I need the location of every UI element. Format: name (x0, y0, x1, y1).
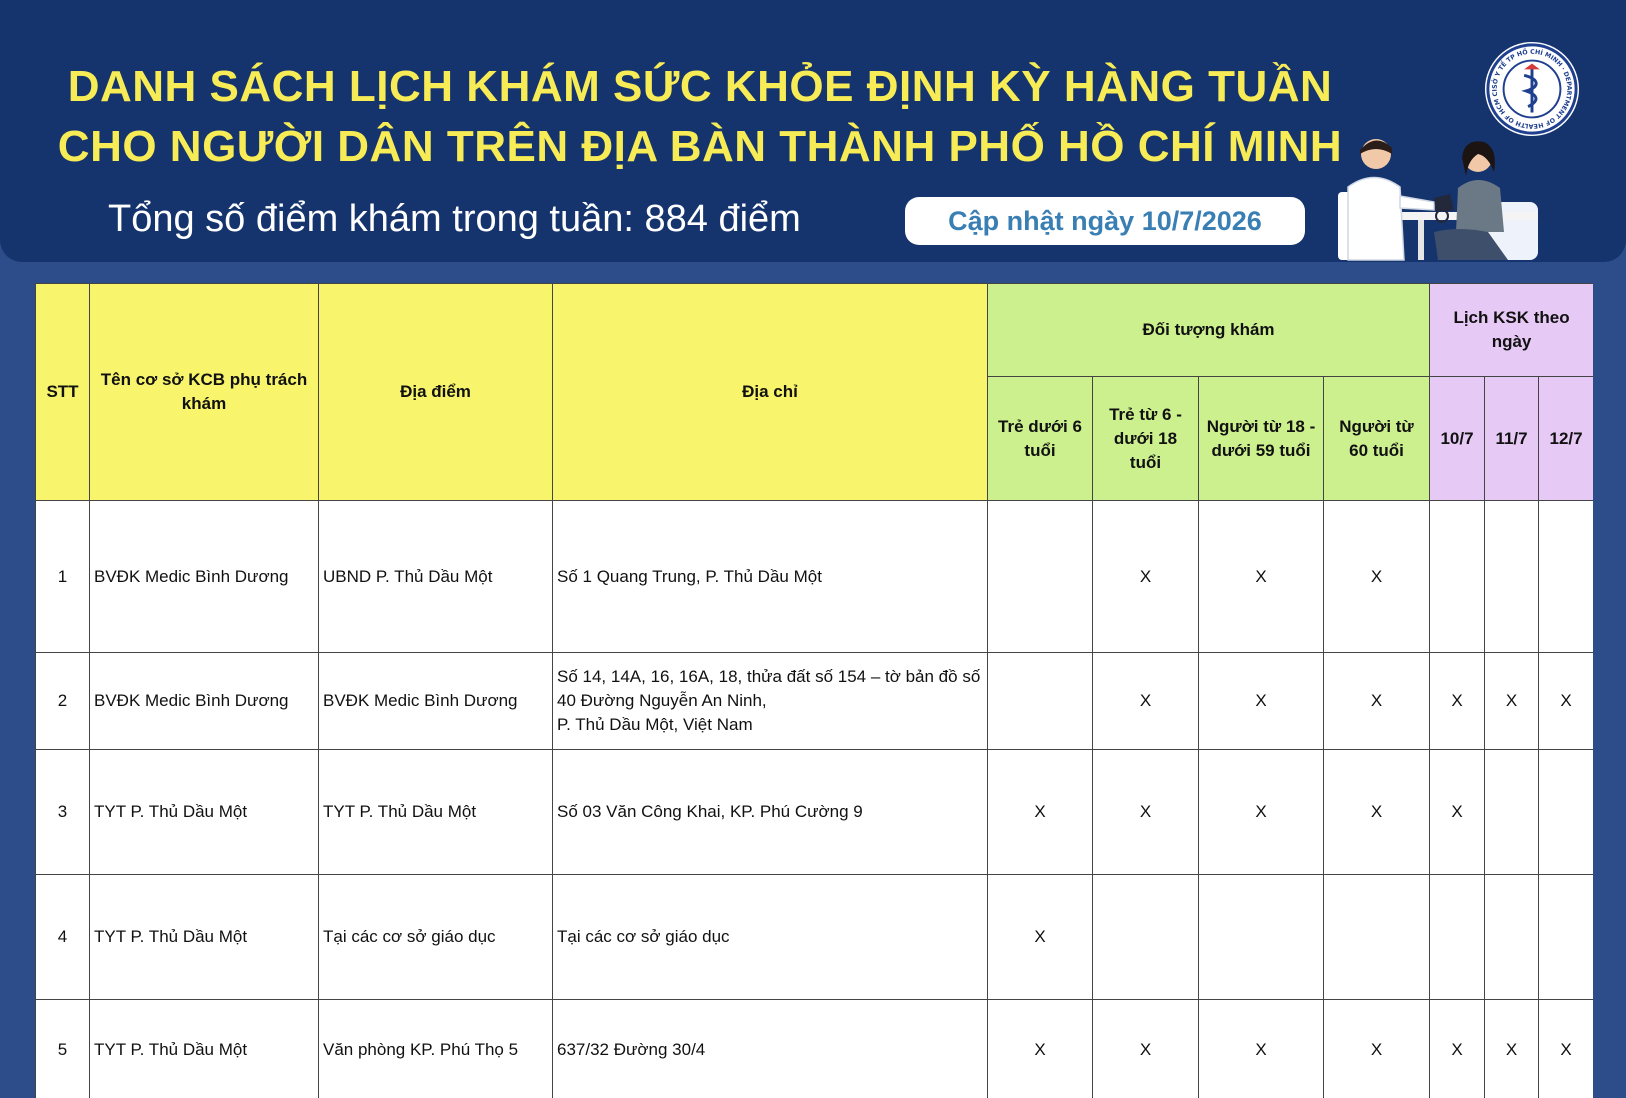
cell-stt: 4 (35, 874, 90, 1000)
doctor-patient-illustration (1338, 139, 1538, 261)
cell-stt: 1 (35, 500, 90, 653)
cell-date-11-7 (1484, 749, 1540, 875)
cell-location: TYT P. Thủ Dầu Một (318, 749, 553, 875)
cell-target-60-plus: X (1322, 652, 1431, 750)
cell-target-under-6: X (987, 874, 1093, 1000)
cell-target-6-18: X (1092, 500, 1199, 653)
cell-date-12-7 (1538, 874, 1593, 1000)
header-target-18-59: Người từ 18 - dưới 59 tuổi (1198, 376, 1324, 501)
cell-target-under-6 (987, 652, 1093, 750)
cell-date-12-7: X (1538, 652, 1593, 750)
header-stt: STT (35, 283, 90, 501)
cell-address: 637/32 Đường 30/4 (552, 999, 988, 1098)
cell-target-under-6 (987, 500, 1093, 653)
cell-facility: TYT P. Thủ Dầu Một (89, 999, 319, 1098)
cell-location: BVĐK Medic Bình Dương (318, 652, 553, 750)
cell-target-60-plus: X (1322, 999, 1431, 1098)
schedule-table-container: STT Tên cơ sở KCB phụ trách khám Địa điể… (35, 283, 1593, 1098)
header-banner: DANH SÁCH LỊCH KHÁM SỨC KHỎE ĐỊNH KỲ HÀN… (0, 0, 1626, 262)
cell-target-18-59: X (1198, 652, 1324, 750)
header-date-10-7: 10/7 (1429, 376, 1486, 501)
cell-date-12-7 (1538, 500, 1593, 653)
cell-date-10-7: X (1429, 749, 1486, 875)
cell-target-under-6: X (987, 999, 1093, 1098)
cell-date-10-7: X (1429, 999, 1486, 1098)
total-points-text: Tổng số điểm khám trong tuần: 884 điểm (108, 198, 801, 240)
cell-date-12-7 (1538, 749, 1593, 875)
cell-stt: 3 (35, 749, 90, 875)
cell-target-6-18: X (1092, 652, 1199, 750)
cell-address: Số 1 Quang Trung, P. Thủ Dầu Một (552, 500, 988, 653)
cell-location: UBND P. Thủ Dầu Một (318, 500, 553, 653)
header-target-group: Đối tượng khám (986, 283, 1431, 377)
cell-date-10-7 (1429, 874, 1486, 1000)
cell-address: Số 03 Văn Công Khai, KP. Phú Cường 9 (552, 749, 988, 875)
header-target-under-6: Trẻ dưới 6 tuổi (987, 376, 1093, 501)
cell-date-11-7 (1484, 500, 1540, 653)
cell-facility: TYT P. Thủ Dầu Một (89, 749, 319, 875)
cell-facility: BVĐK Medic Bình Dương (89, 500, 319, 653)
cell-target-6-18: X (1092, 749, 1199, 875)
cell-target-60-plus: X (1322, 749, 1431, 875)
cell-stt: 5 (35, 999, 90, 1098)
header-address: Địa chỉ (552, 283, 988, 501)
cell-address: Tại các cơ sở giáo dục (552, 874, 988, 1000)
table-row: 2 BVĐK Medic Bình Dương BVĐK Medic Bình … (35, 652, 1593, 750)
table-row: 5 TYT P. Thủ Dầu Một Văn phòng KP. Phú T… (35, 999, 1593, 1098)
table-row: 4 TYT P. Thủ Dầu Một Tại các cơ sở giáo … (35, 874, 1593, 1000)
cell-target-18-59 (1198, 874, 1324, 1000)
cell-date-10-7 (1429, 500, 1486, 653)
update-date-label: Cập nhật ngày 10/7/2026 (948, 205, 1262, 236)
header-location: Địa điểm (318, 283, 553, 501)
header-target-60-plus: Người từ 60 tuổi (1322, 376, 1431, 501)
cell-target-18-59: X (1198, 999, 1324, 1098)
cell-location: Tại các cơ sở giáo dục (318, 874, 553, 1000)
header-date-12-7: 12/7 (1538, 376, 1593, 501)
cell-date-11-7: X (1484, 652, 1540, 750)
page-title-line-2: CHO NGƯỜI DÂN TRÊN ĐỊA BÀN THÀNH PHỐ HỒ … (57, 122, 1343, 171)
header-facility: Tên cơ sở KCB phụ trách khám (89, 283, 319, 501)
cell-target-60-plus: X (1322, 500, 1431, 653)
health-department-logo: SỞ Y TẾ TP HỒ CHÍ MINH · DEPARTMENT OF H… (1483, 40, 1580, 137)
cell-target-18-59: X (1198, 749, 1324, 875)
cell-date-12-7: X (1538, 999, 1593, 1098)
update-date-badge: Cập nhật ngày 10/7/2026 (905, 197, 1305, 245)
schedule-table: STT Tên cơ sở KCB phụ trách khám Địa điể… (35, 283, 1593, 1098)
cell-target-6-18 (1092, 874, 1199, 1000)
cell-stt: 2 (35, 652, 90, 750)
page-title-line-1: DANH SÁCH LỊCH KHÁM SỨC KHỎE ĐỊNH KỲ HÀN… (67, 62, 1333, 111)
table-row: 3 TYT P. Thủ Dầu Một TYT P. Thủ Dầu Một … (35, 749, 1593, 875)
cell-address: Số 14, 14A, 16, 16A, 18, thửa đất số 154… (552, 652, 988, 750)
cell-target-under-6: X (987, 749, 1093, 875)
cell-target-18-59: X (1198, 500, 1324, 653)
cell-facility: TYT P. Thủ Dầu Một (89, 874, 319, 1000)
cell-location: Văn phòng KP. Phú Thọ 5 (318, 999, 553, 1098)
header-target-6-18: Trẻ từ 6 - dưới 18 tuổi (1092, 376, 1199, 501)
header-schedule-group: Lịch KSK theo ngày (1429, 283, 1593, 377)
cell-date-11-7 (1484, 874, 1540, 1000)
header-date-11-7: 11/7 (1484, 376, 1540, 501)
cell-date-11-7: X (1484, 999, 1540, 1098)
cell-target-6-18: X (1092, 999, 1199, 1098)
cell-date-10-7: X (1429, 652, 1486, 750)
table-row: 1 BVĐK Medic Bình Dương UBND P. Thủ Dầu … (35, 500, 1593, 653)
cell-target-60-plus (1322, 874, 1431, 1000)
cell-facility: BVĐK Medic Bình Dương (89, 652, 319, 750)
